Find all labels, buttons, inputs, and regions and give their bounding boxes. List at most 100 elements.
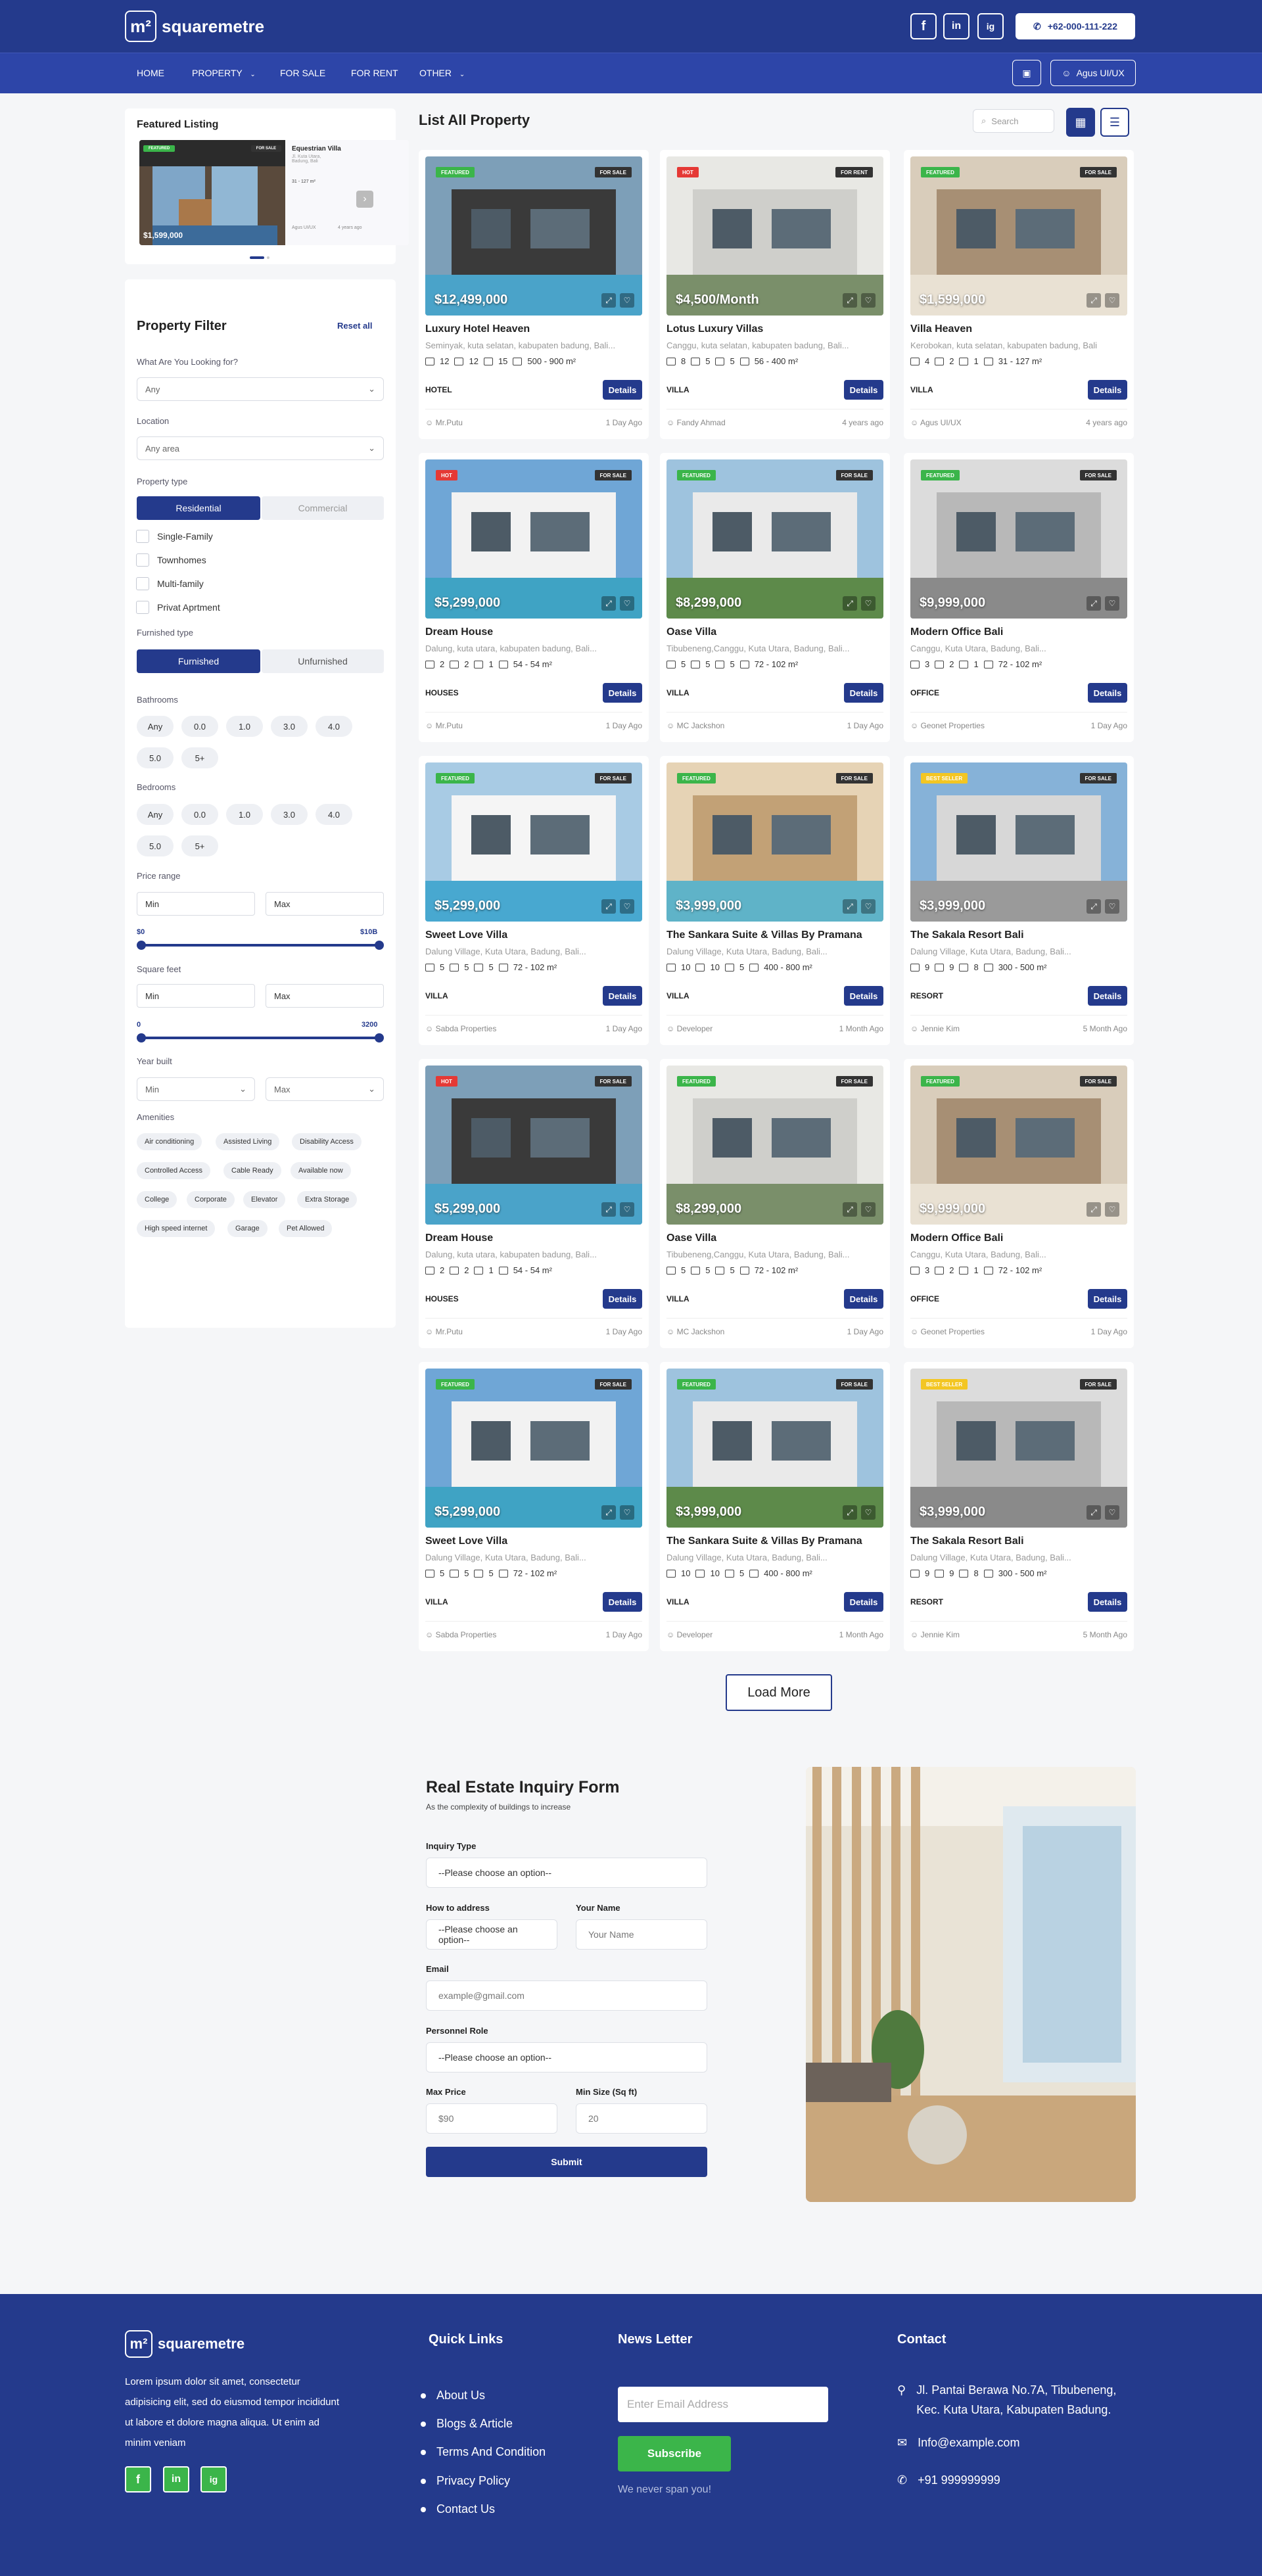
bath-4[interactable]: 4.0 <box>316 716 352 737</box>
cart-button[interactable]: ▣ <box>1012 60 1041 86</box>
linkedin-icon[interactable]: in <box>943 13 970 39</box>
heart-icon[interactable]: ♡ <box>1105 899 1119 914</box>
property-image[interactable]: BEST SELLER FOR SALE $3,999,000 ⤢ ♡ <box>910 762 1127 922</box>
details-button[interactable]: Details <box>603 380 642 400</box>
property-name[interactable]: Dream House <box>425 1232 493 1244</box>
property-card[interactable]: HOT FOR RENT $4,500/Month ⤢ ♡ Lotus Luxu… <box>660 150 890 439</box>
bed-4[interactable]: 4.0 <box>316 804 352 825</box>
toggle-commercial[interactable]: Commercial <box>262 496 384 520</box>
property-card[interactable]: BEST SELLER FOR SALE $3,999,000 ⤢ ♡ The … <box>904 1362 1134 1651</box>
details-button[interactable]: Details <box>844 1592 883 1612</box>
bed-0[interactable]: 0.0 <box>181 804 218 825</box>
property-image[interactable]: FEATURED FOR SALE $8,299,000 ⤢ ♡ <box>666 459 883 619</box>
year-max-select[interactable]: Max ⌄ <box>266 1077 384 1101</box>
bed-5plus[interactable]: 5+ <box>181 835 218 856</box>
reset-all-link[interactable]: Reset all <box>337 321 372 331</box>
property-name[interactable]: Oase Villa <box>666 1232 716 1244</box>
price-max-input[interactable]: Max <box>266 892 384 916</box>
footer-link-terms[interactable]: Terms And Condition <box>421 2445 546 2459</box>
looking-select[interactable]: Any ⌄ <box>137 377 384 401</box>
property-name[interactable]: Oase Villa <box>666 626 716 638</box>
amenity-chip[interactable]: Controlled Access <box>137 1162 211 1179</box>
max-price-input[interactable]: $90 <box>426 2103 557 2134</box>
email-input[interactable]: example@gmail.com <box>426 1980 707 2011</box>
property-name[interactable]: The Sankara Suite & Villas By Pramana <box>666 1535 862 1547</box>
heart-icon[interactable]: ♡ <box>620 1505 634 1520</box>
heart-icon[interactable]: ♡ <box>861 1505 876 1520</box>
property-card[interactable]: FEATURED FOR SALE $3,999,000 ⤢ ♡ The San… <box>660 1362 890 1651</box>
property-image[interactable]: FEATURED FOR SALE $5,299,000 ⤢ ♡ <box>425 762 642 922</box>
heart-icon[interactable]: ♡ <box>1105 1202 1119 1217</box>
checkbox[interactable] <box>136 601 149 614</box>
list-view-button[interactable]: ☰ <box>1100 108 1129 137</box>
bath-0[interactable]: 0.0 <box>181 716 218 737</box>
nav-for-sale[interactable]: FOR SALE <box>280 68 325 78</box>
expand-icon[interactable]: ⤢ <box>1087 899 1101 914</box>
checkbox[interactable] <box>136 577 149 590</box>
heart-icon[interactable]: ♡ <box>1105 293 1119 308</box>
phone-button[interactable]: ✆ +62-000-111-222 <box>1016 13 1135 39</box>
details-button[interactable]: Details <box>1088 683 1127 703</box>
property-name[interactable]: Luxury Hotel Heaven <box>425 323 530 335</box>
instagram-icon[interactable]: ig <box>200 2466 227 2493</box>
property-card[interactable]: BEST SELLER FOR SALE $3,999,000 ⤢ ♡ The … <box>904 756 1134 1045</box>
property-image[interactable]: FEATURED FOR SALE $3,999,000 ⤢ ♡ <box>666 762 883 922</box>
property-image[interactable]: FEATURED FOR SALE $12,499,000 ⤢ ♡ <box>425 156 642 316</box>
property-image[interactable]: FEATURED FOR SALE $8,299,000 ⤢ ♡ <box>666 1066 883 1225</box>
sqft-min-input[interactable]: Min <box>137 984 255 1008</box>
toggle-residential[interactable]: Residential <box>137 496 260 520</box>
amenity-chip[interactable]: Corporate <box>187 1191 235 1208</box>
bed-3[interactable]: 3.0 <box>271 804 308 825</box>
sqft-slider[interactable] <box>137 1033 384 1042</box>
property-name[interactable]: The Sakala Resort Bali <box>910 1535 1024 1547</box>
details-button[interactable]: Details <box>1088 380 1127 400</box>
heart-icon[interactable]: ♡ <box>861 293 876 308</box>
amenity-chip[interactable]: College <box>137 1191 177 1208</box>
subscribe-button[interactable]: Subscribe <box>618 2436 731 2471</box>
details-button[interactable]: Details <box>603 1289 642 1309</box>
toggle-unfurnished[interactable]: Unfurnished <box>262 649 384 673</box>
expand-icon[interactable]: ⤢ <box>843 596 857 611</box>
property-card[interactable]: FEATURED FOR SALE $9,999,000 ⤢ ♡ Modern … <box>904 453 1134 742</box>
check-private-apartment[interactable]: Privat Aprtment <box>136 601 220 614</box>
expand-icon[interactable]: ⤢ <box>843 899 857 914</box>
amenity-chip[interactable]: Extra Storage <box>297 1191 358 1208</box>
instagram-icon[interactable]: ig <box>977 13 1004 39</box>
property-image[interactable]: FEATURED FOR SALE $9,999,000 ⤢ ♡ <box>910 1066 1127 1225</box>
property-image[interactable]: HOT FOR RENT $4,500/Month ⤢ ♡ <box>666 156 883 316</box>
slider-handle-max[interactable] <box>375 1033 384 1042</box>
check-townhomes[interactable]: Townhomes <box>136 553 206 567</box>
nav-for-rent[interactable]: FOR RENT <box>351 68 398 78</box>
heart-icon[interactable]: ♡ <box>620 596 634 611</box>
amenity-chip[interactable]: Disability Access <box>292 1133 362 1150</box>
property-image[interactable]: FEATURED FOR SALE $1,599,000 ⤢ ♡ <box>910 156 1127 316</box>
load-more-button[interactable]: Load More <box>726 1674 832 1711</box>
property-name[interactable]: Modern Office Bali <box>910 1232 1003 1244</box>
expand-icon[interactable]: ⤢ <box>601 293 616 308</box>
nav-other[interactable]: OTHER ⌄ <box>419 68 465 78</box>
heart-icon[interactable]: ♡ <box>1105 1505 1119 1520</box>
expand-icon[interactable]: ⤢ <box>601 1202 616 1217</box>
bed-5[interactable]: 5.0 <box>137 835 174 856</box>
property-image[interactable]: BEST SELLER FOR SALE $3,999,000 ⤢ ♡ <box>910 1369 1127 1528</box>
property-card[interactable]: FEATURED FOR SALE $8,299,000 ⤢ ♡ Oase Vi… <box>660 1059 890 1348</box>
grid-view-button[interactable]: ▦ <box>1066 108 1095 137</box>
details-button[interactable]: Details <box>844 380 883 400</box>
expand-icon[interactable]: ⤢ <box>601 1505 616 1520</box>
property-name[interactable]: Dream House <box>425 626 493 638</box>
logo[interactable]: m² squaremetre <box>125 11 264 42</box>
expand-icon[interactable]: ⤢ <box>843 1202 857 1217</box>
footer-link-contact[interactable]: Contact Us <box>421 2502 495 2516</box>
details-button[interactable]: Details <box>603 683 642 703</box>
expand-icon[interactable]: ⤢ <box>843 1505 857 1520</box>
expand-icon[interactable]: ⤢ <box>601 596 616 611</box>
checkbox[interactable] <box>136 553 149 567</box>
property-card[interactable]: FEATURED FOR SALE $3,999,000 ⤢ ♡ The San… <box>660 756 890 1045</box>
property-name[interactable]: Lotus Luxury Villas <box>666 323 763 335</box>
bath-any[interactable]: Any <box>137 716 174 737</box>
expand-icon[interactable]: ⤢ <box>843 293 857 308</box>
heart-icon[interactable]: ♡ <box>620 293 634 308</box>
inquiry-type-select[interactable]: --Please choose an option-- <box>426 1858 707 1888</box>
footer-link-blogs[interactable]: Blogs & Article <box>421 2417 513 2431</box>
role-select[interactable]: --Please choose an option-- <box>426 2042 707 2073</box>
